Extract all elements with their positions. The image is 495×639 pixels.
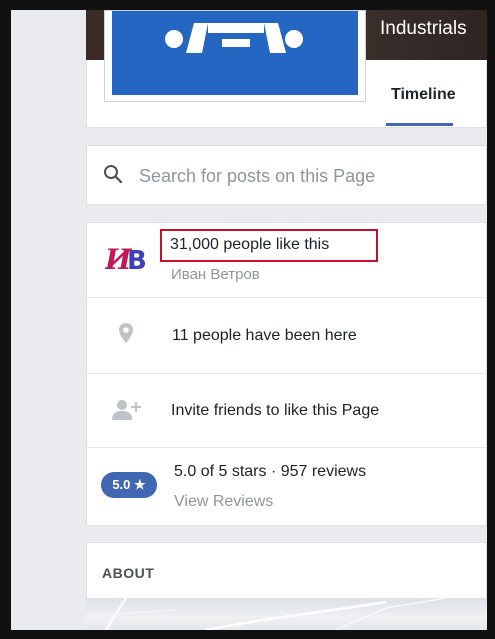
location-map[interactable] (85, 597, 487, 632)
search-posts-input[interactable] (139, 162, 479, 190)
divider (86, 373, 487, 374)
tab-timeline[interactable]: Timeline (391, 86, 456, 104)
liker-name-link[interactable]: Иван Ветров (171, 266, 260, 283)
location-pin-icon (119, 323, 133, 343)
frame-border-top (0, 0, 495, 10)
page-name[interactable]: Industrials (380, 18, 467, 40)
liker-initial-v: В (127, 246, 147, 273)
divider (86, 297, 487, 298)
tab-timeline-active-indicator (386, 123, 453, 126)
profile-logo-graphic (165, 23, 303, 53)
search-icon (104, 165, 123, 184)
profile-picture[interactable] (104, 10, 366, 102)
map-roads-graphic (85, 597, 447, 632)
invite-friends-link[interactable]: Invite friends to like this Page (171, 402, 379, 420)
add-friend-icon (112, 400, 141, 420)
rating-badge[interactable]: 5.0 ★ (101, 472, 157, 498)
checkins-text[interactable]: 11 people have been here (172, 327, 357, 345)
about-section-title: ABOUT (102, 565, 155, 581)
view-reviews-link[interactable]: View Reviews (174, 493, 273, 511)
liker-avatar[interactable]: И В (105, 243, 151, 273)
rating-summary-text: 5.0 of 5 stars · 957 reviews (174, 463, 367, 480)
frame-border-right (487, 0, 495, 639)
profile-picture-image (112, 11, 358, 95)
divider (86, 447, 487, 448)
likes-count-text[interactable]: 31,000 people like this (170, 236, 329, 254)
frame-border-left (0, 0, 11, 639)
frame-border-bottom (0, 630, 495, 639)
